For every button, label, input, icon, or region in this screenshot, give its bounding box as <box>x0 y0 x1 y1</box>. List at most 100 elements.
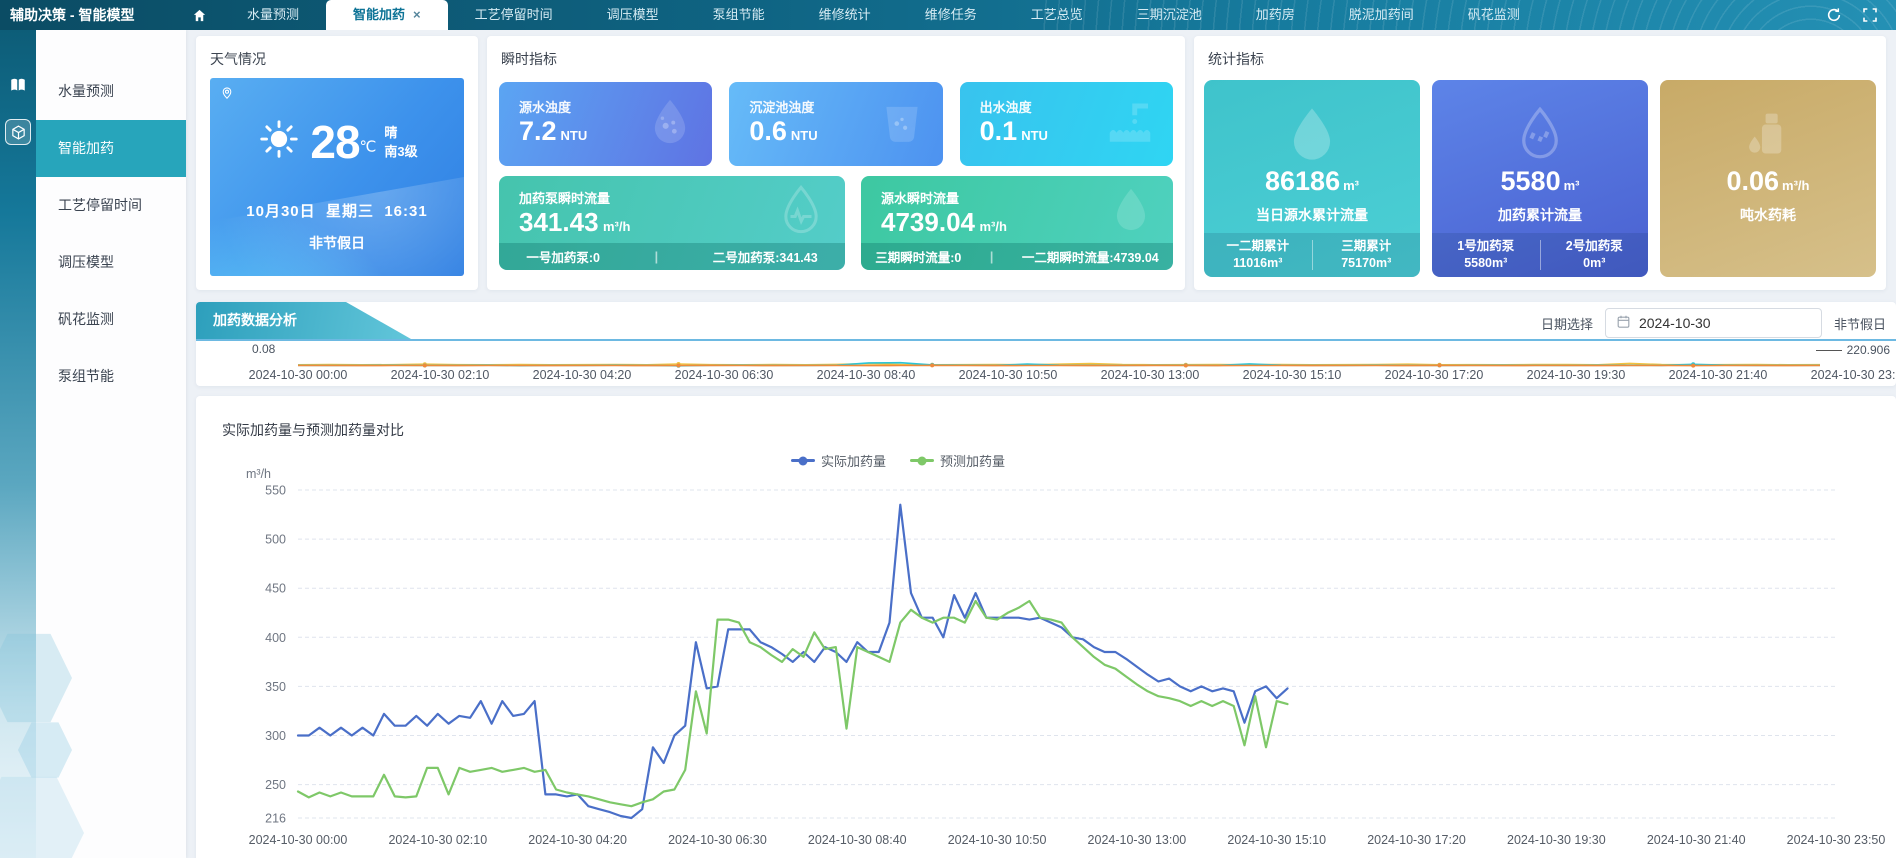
stat-unit: m³ <box>1564 178 1580 193</box>
app-title: 辅助决策 - 智能模型 <box>0 0 178 30</box>
bottle-icon <box>1660 100 1876 166</box>
tab-close-icon[interactable]: × <box>413 7 421 22</box>
sparkline-min-label: 0.08 <box>252 342 275 356</box>
chemical-consumption-tile: 0.06m³/h 吨水药耗 <box>1660 80 1876 277</box>
footer-label: 三期累计 <box>1313 238 1421 255</box>
tile-unit: NTU <box>791 128 818 143</box>
svg-text:2024-10-30 10:50: 2024-10-30 10:50 <box>948 833 1047 847</box>
dosing-sparkline-chart[interactable] <box>196 339 1896 367</box>
sidebar-item-泵组节能[interactable]: 泵组节能 <box>36 348 186 405</box>
svg-text:550: 550 <box>265 484 286 498</box>
stats-section-title: 统计指标 <box>1194 36 1886 78</box>
stat-unit: m³/h <box>1782 178 1809 193</box>
stat-label: 吨水药耗 <box>1660 205 1876 225</box>
footer-right: 二号加药泵:341.43 <box>713 247 818 266</box>
date-value: 2024-10-30 <box>1639 315 1711 331</box>
tab-工艺停留时间[interactable]: 工艺停留时间 <box>448 0 580 30</box>
svg-text:2024-10-30 15:10: 2024-10-30 15:10 <box>1227 833 1326 847</box>
tab-泵组节能[interactable]: 泵组节能 <box>686 0 792 30</box>
location-pin-icon <box>220 86 234 105</box>
spark-x-tick-label: 2024-10-30 15:10 <box>1217 368 1367 382</box>
pulse-drop-icon <box>773 181 829 242</box>
icon-rail <box>0 30 36 858</box>
stat-label: 当日源水累计流量 <box>1204 205 1420 225</box>
svg-text:2024-10-30 19:30: 2024-10-30 19:30 <box>1507 833 1606 847</box>
sidebar-item-调压模型[interactable]: 调压模型 <box>36 234 186 291</box>
svg-text:450: 450 <box>265 582 286 596</box>
sidebar-item-工艺停留时间[interactable]: 工艺停留时间 <box>36 177 186 234</box>
spark-x-tick-label: 2024-10-30 23:50 <box>1785 368 1896 382</box>
refresh-icon[interactable] <box>1826 7 1842 23</box>
tab-维修统计[interactable]: 维修统计 <box>792 0 898 30</box>
tile-unit: m³/h <box>603 219 630 234</box>
svg-text:350: 350 <box>265 680 286 694</box>
svg-text:2024-10-30 04:20: 2024-10-30 04:20 <box>528 833 627 847</box>
stat-value: 86186 <box>1265 166 1340 196</box>
temperature-unit: ℃ <box>360 138 377 155</box>
home-icon[interactable] <box>178 0 220 30</box>
tile-value: 7.2 <box>519 116 557 146</box>
svg-text:250: 250 <box>265 778 286 792</box>
sidebar-item-水量预测[interactable]: 水量预测 <box>36 63 186 120</box>
outlet-turbidity-tile: 出水浊度 0.1NTU <box>960 82 1173 166</box>
drop-icon <box>1105 183 1157 240</box>
footer-right: 一二期瞬时流量:4739.04 <box>1022 247 1159 266</box>
instant-metrics-card: 瞬时指标 源水浊度 7.2NTU 沉淀池浊度 0.6NTU <box>487 36 1185 290</box>
svg-text:2024-10-30 13:00: 2024-10-30 13:00 <box>1088 833 1187 847</box>
weather-card: 天气情况 28℃ 晴 南3级 <box>196 36 478 290</box>
model-cube-icon[interactable] <box>5 119 31 145</box>
tile-value: 4739.04 <box>881 207 975 237</box>
water-drop-icon <box>1204 100 1420 166</box>
topbar-icons <box>1826 0 1896 30</box>
tab-加药房[interactable]: 加药房 <box>1229 0 1322 30</box>
tab-工艺总览[interactable]: 工艺总览 <box>1004 0 1110 30</box>
tab-矾花监测[interactable]: 矾花监测 <box>1441 0 1547 30</box>
holiday-flag: 非节假日 <box>1834 314 1886 333</box>
cup-icon <box>877 97 927 152</box>
dosing-pump-flow-tile: 加药泵瞬时流量 341.43 m³/h 一号加药泵:0 | 二号加药泵:341.… <box>499 176 845 270</box>
tab-调压模型[interactable]: 调压模型 <box>580 0 686 30</box>
weather-condition: 晴 <box>384 123 417 142</box>
tab-智能加药[interactable]: 智能加药× <box>326 0 448 30</box>
tab-水量预测[interactable]: 水量预测 <box>220 0 326 30</box>
footer-value: 0m³ <box>1541 255 1649 272</box>
spark-x-tick-label: 2024-10-30 10:50 <box>933 368 1083 382</box>
svg-text:2024-10-30 21:40: 2024-10-30 21:40 <box>1647 833 1746 847</box>
svg-text:2024-10-30 23:50: 2024-10-30 23:50 <box>1787 833 1886 847</box>
stat-footer: 1号加药泵5580m³ 2号加药泵0m³ <box>1432 233 1648 277</box>
spark-x-tick-label: 2024-10-30 04:20 <box>507 368 657 382</box>
compare-line-chart[interactable]: 550500450400350300250216m³/h2024-10-30 0… <box>196 396 1896 856</box>
footer-label: 1号加药泵 <box>1432 238 1540 255</box>
book-icon[interactable] <box>5 72 31 98</box>
fullscreen-icon[interactable] <box>1862 7 1878 23</box>
date-picker-input[interactable]: 2024-10-30 <box>1605 308 1822 338</box>
svg-text:2024-10-30 02:10: 2024-10-30 02:10 <box>388 833 487 847</box>
footer-value: 11016m³ <box>1204 255 1312 272</box>
tab-脱泥加药间[interactable]: 脱泥加药间 <box>1322 0 1441 30</box>
statistics-card: 统计指标 86186m³ 当日源水累计流量 一二期累计11016m³ 三期累计7… <box>1194 36 1886 290</box>
spark-x-tick-label: 2024-10-30 19:30 <box>1501 368 1651 382</box>
footer-left: 三期瞬时流量:0 <box>875 247 961 266</box>
dosing-total-tile: 5580m³ 加药累计流量 1号加药泵5580m³ 2号加药泵0m³ <box>1432 80 1648 277</box>
tile-unit: m³/h <box>979 219 1006 234</box>
instant-section-title: 瞬时指标 <box>487 36 1185 78</box>
particles-drop-icon <box>644 96 696 153</box>
main-content: 天气情况 28℃ 晴 南3级 <box>186 30 1896 858</box>
tab-维修任务[interactable]: 维修任务 <box>898 0 1004 30</box>
dosing-drop-icon <box>1432 100 1648 166</box>
sidebar-item-智能加药[interactable]: 智能加药 <box>36 120 186 177</box>
tile-value: 341.43 <box>519 207 599 237</box>
stat-value: 0.06 <box>1726 166 1779 196</box>
svg-text:m³/h: m³/h <box>246 467 271 481</box>
tab-bar: 水量预测智能加药×工艺停留时间调压模型泵组节能维修统计维修任务工艺总览三期沉淀池… <box>220 0 1547 30</box>
raw-water-flow-tile: 源水瞬时流量 4739.04 m³/h 三期瞬时流量:0 | 一二期瞬时流量:4… <box>861 176 1173 270</box>
spark-x-tick-label: 2024-10-30 17:20 <box>1359 368 1509 382</box>
sidebar-item-矾花监测[interactable]: 矾花监测 <box>36 291 186 348</box>
weather-date-line: 10月30日 星期三 16:31 <box>210 200 464 221</box>
tile-footer: 一号加药泵:0 | 二号加药泵:341.43 <box>499 243 845 270</box>
weather-section-title: 天气情况 <box>196 36 478 78</box>
tab-三期沉淀池[interactable]: 三期沉淀池 <box>1110 0 1229 30</box>
date-select-label: 日期选择 <box>1541 314 1593 333</box>
daily-raw-water-total-tile: 86186m³ 当日源水累计流量 一二期累计11016m³ 三期累计75170m… <box>1204 80 1420 277</box>
spark-x-tick-label: 2024-10-30 13:00 <box>1075 368 1225 382</box>
